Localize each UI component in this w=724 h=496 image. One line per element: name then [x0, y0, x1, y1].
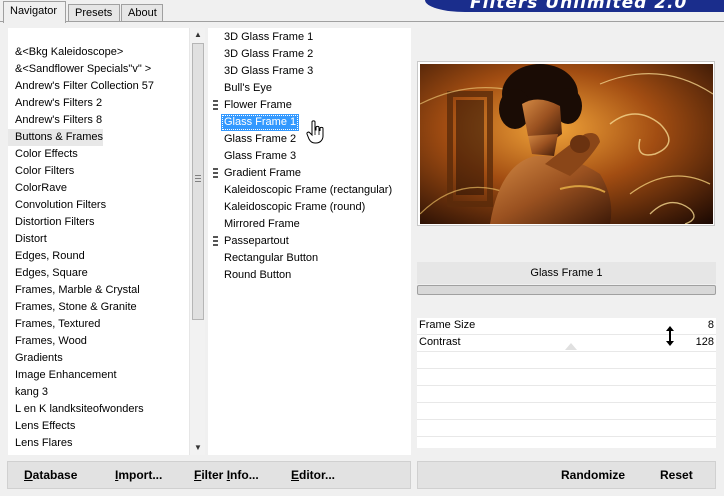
- selected-filter-title: Glass Frame 1: [417, 262, 716, 284]
- editor-button[interactable]: Editor...: [291, 468, 335, 482]
- param-value: 8: [707, 319, 714, 331]
- category-item[interactable]: Andrew's Filters 2: [8, 95, 188, 112]
- category-item[interactable]: Frames, Textured: [8, 316, 188, 333]
- tab-presets[interactable]: Presets: [68, 4, 120, 22]
- category-item[interactable]: Image Enhancement: [8, 367, 188, 384]
- category-item[interactable]: Andrew's Filters 8: [8, 112, 188, 129]
- filter-item[interactable]: 3D Glass Frame 2: [221, 46, 316, 63]
- filter-item[interactable]: Passepartout: [221, 233, 292, 250]
- parameter-panel: Frame Size 8 Contrast 128: [417, 318, 716, 448]
- database-button[interactable]: Database: [24, 468, 77, 482]
- category-item[interactable]: Lens Effects: [8, 418, 188, 435]
- scroll-thumb[interactable]: [192, 43, 204, 320]
- filter-item[interactable]: Glass Frame 1: [221, 114, 300, 131]
- filter-item[interactable]: Kaleidoscopic Frame (round): [221, 199, 368, 216]
- category-item[interactable]: Frames, Wood: [8, 333, 188, 350]
- category-item[interactable]: Convolution Filters: [8, 197, 188, 214]
- category-item[interactable]: L en K landksiteofwonders: [8, 401, 188, 418]
- category-item[interactable]: &<Sandflower Specials"v" >: [8, 61, 188, 78]
- reset-button[interactable]: Reset: [660, 468, 693, 482]
- category-item[interactable]: Frames, Stone & Granite: [8, 299, 188, 316]
- filter-item[interactable]: Mirrored Frame: [221, 216, 303, 233]
- filter-item[interactable]: Flower Frame: [221, 97, 295, 114]
- filter-item[interactable]: Gradient Frame: [221, 165, 304, 182]
- group-marker-icon: [213, 236, 218, 247]
- filter-item[interactable]: Round Button: [221, 267, 294, 284]
- grip-line: [195, 178, 201, 179]
- randomize-button[interactable]: Randomize: [561, 468, 625, 482]
- category-item[interactable]: ColorRave: [8, 180, 188, 197]
- grip-line: [195, 181, 201, 182]
- filter-item[interactable]: Glass Frame 2: [221, 131, 299, 148]
- category-scrollbar[interactable]: ▲ ▼: [189, 28, 205, 455]
- filter-info-button[interactable]: Filter Info...: [194, 468, 259, 482]
- filter-item[interactable]: Rectangular Button: [221, 250, 321, 267]
- category-list-panel: &<Bkg Kaleidoscope> &<Sandflower Specials…: [8, 28, 205, 455]
- filter-item[interactable]: Kaleidoscopic Frame (rectangular): [221, 182, 395, 199]
- hand-cursor-icon: [306, 120, 324, 144]
- category-item[interactable]: &<Bkg Kaleidoscope>: [8, 44, 188, 61]
- param-row-empty: [417, 420, 716, 437]
- category-item[interactable]: Edges, Round: [8, 248, 188, 265]
- preview-image: [420, 64, 713, 224]
- app-title: Filters Unlimited 2.0: [470, 0, 688, 12]
- category-item[interactable]: Color Effects: [8, 146, 188, 163]
- category-item[interactable]: Edges, Square: [8, 265, 188, 282]
- category-item[interactable]: kang 3: [8, 384, 188, 401]
- filter-item[interactable]: Glass Frame 3: [221, 148, 299, 165]
- category-item[interactable]: Distortion Filters: [8, 214, 188, 231]
- param-value: 128: [695, 336, 714, 348]
- filter-item[interactable]: 3D Glass Frame 1: [221, 29, 316, 46]
- tab-about[interactable]: About: [121, 4, 163, 22]
- category-item[interactable]: Noise Filters: [8, 452, 188, 455]
- param-row-empty: [417, 369, 716, 386]
- grip-line: [195, 175, 201, 176]
- right-button-bar: Randomize Reset: [417, 461, 716, 489]
- category-item[interactable]: Andrew's Filter Collection 57: [8, 78, 188, 95]
- left-button-bar: Database Import... Filter Info... Editor…: [7, 461, 411, 489]
- category-item[interactable]: Frames, Marble & Crystal: [8, 282, 188, 299]
- param-row-empty: [417, 403, 716, 420]
- slider-marker-icon: [565, 343, 577, 350]
- category-item[interactable]: Gradients: [8, 350, 188, 367]
- filter-item[interactable]: 3D Glass Frame 3: [221, 63, 316, 80]
- category-item[interactable]: Color Filters: [8, 163, 188, 180]
- param-row-empty: [417, 352, 716, 369]
- group-marker-icon: [213, 100, 218, 111]
- param-label: Contrast: [419, 336, 461, 348]
- param-label: Frame Size: [419, 319, 476, 331]
- category-item[interactable]: Buttons & Frames: [8, 129, 103, 146]
- category-list[interactable]: &<Bkg Kaleidoscope> &<Sandflower Specials…: [8, 28, 188, 455]
- category-item[interactable]: Lens Flares: [8, 435, 188, 452]
- scroll-down-arrow-icon[interactable]: ▼: [190, 441, 205, 455]
- import-button[interactable]: Import...: [115, 468, 162, 482]
- app-banner: Filters Unlimited 2.0: [425, 0, 724, 12]
- resize-cursor-icon: [666, 326, 674, 346]
- filter-list-panel: 3D Glass Frame 1 3D Glass Frame 2 3D Glass…: [208, 28, 411, 455]
- filter-item[interactable]: Bull's Eye: [221, 80, 275, 97]
- group-marker-icon: [213, 168, 218, 179]
- preview-frame: [417, 61, 715, 226]
- param-row-empty: [417, 386, 716, 403]
- progress-bar: [417, 285, 716, 295]
- category-item[interactable]: Distort: [8, 231, 188, 248]
- tab-divider: [0, 21, 724, 22]
- tab-navigator[interactable]: Navigator: [3, 1, 66, 23]
- scroll-up-arrow-icon[interactable]: ▲: [190, 28, 205, 42]
